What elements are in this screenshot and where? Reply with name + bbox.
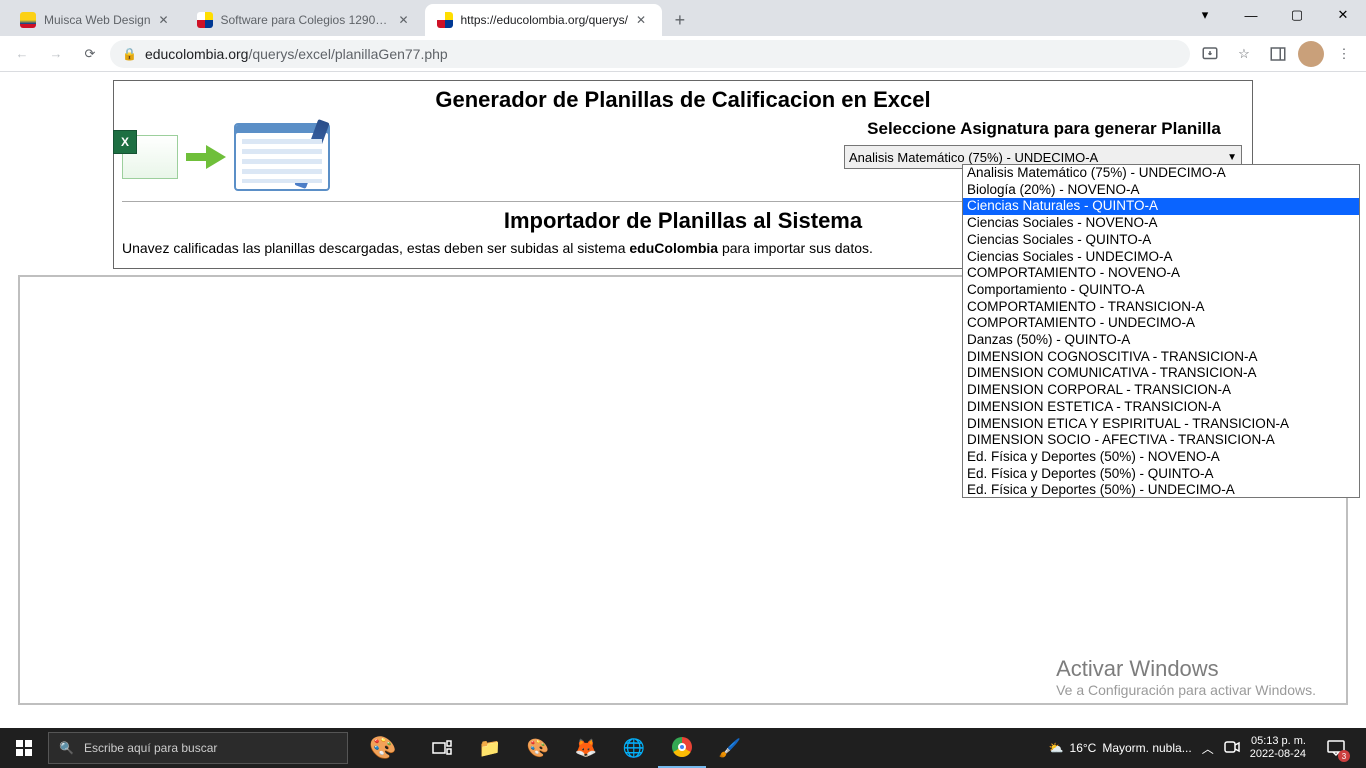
asignatura-dropdown-list[interactable]: Analisis Matemático (75%) - UNDECIMO-ABi… [962,164,1360,498]
bookmark-star-icon[interactable]: ☆ [1230,40,1258,68]
dropdown-option[interactable]: Ciencias Sociales - QUINTO-A [963,232,1359,249]
search-icon: 🔍 [59,741,74,755]
arrow-right-icon [186,145,226,169]
dropdown-option[interactable]: COMPORTAMIENTO - TRANSICION-A [963,299,1359,316]
dropdown-option[interactable]: Ciencias Sociales - UNDECIMO-A [963,249,1359,266]
dropdown-option[interactable]: DIMENSION COMUNICATIVA - TRANSICION-A [963,365,1359,382]
dropdown-option[interactable]: Danzas (50%) - QUINTO-A [963,332,1359,349]
new-tab-button[interactable]: + [666,6,694,34]
browser-tab[interactable]: Muisca Web Design ✕ [8,4,185,36]
caret-down-icon[interactable]: ▾ [1182,0,1228,30]
address-bar[interactable]: 🔒 educolombia.org/querys/excel/planillaG… [110,40,1190,68]
url-domain: educolombia.org [145,46,249,62]
reload-button[interactable]: ⟳ [76,40,104,68]
tab-label: Software para Colegios 1290. Sist [221,13,391,27]
select-value: Analisis Matemático (75%) - UNDECIMO-A [849,150,1098,165]
task-view-button[interactable] [418,728,466,768]
dropdown-option[interactable]: DIMENSION ESTETICA - TRANSICION-A [963,399,1359,416]
tab-label: https://educolombia.org/querys/ [461,13,628,27]
dropdown-option[interactable]: DIMENSION CORPORAL - TRANSICION-A [963,382,1359,399]
windows-taskbar: 🔍 Escribe aquí para buscar 🎨 📁 🎨 🦊 🌐 🖌️ … [0,728,1366,768]
lock-icon: 🔒 [122,47,137,61]
taskbar-clock[interactable]: 05:13 p. m. 2022-08-24 [1250,735,1306,761]
dropdown-option[interactable]: COMPORTAMIENTO - NOVENO-A [963,265,1359,282]
weather-cloud-icon: ⛅ [1049,741,1064,755]
pen-icon [294,119,329,189]
profile-avatar[interactable] [1298,41,1324,67]
search-highlight-icon[interactable]: 🎨 [348,735,418,761]
forward-button[interactable]: → [42,40,70,68]
back-button[interactable]: ← [8,40,36,68]
dropdown-option[interactable]: Ed. Física y Deportes (50%) - QUINTO-A [963,466,1359,483]
tab-close-icon[interactable]: ✕ [159,13,173,27]
dropdown-option[interactable]: Ed. Física y Deportes (50%) - UNDECIMO-A [963,482,1359,497]
tab-close-icon[interactable]: ✕ [399,13,413,27]
search-placeholder: Escribe aquí para buscar [84,741,217,755]
browser-tab[interactable]: Software para Colegios 1290. Sist ✕ [185,4,425,36]
url-path: /querys/excel/planillaGen77.php [248,46,447,62]
dropdown-option[interactable]: Analisis Matemático (75%) - UNDECIMO-A [963,165,1359,182]
tab-label: Muisca Web Design [44,13,151,27]
dropdown-option[interactable]: Ed. Física y Deportes (50%) - NOVENO-A [963,449,1359,466]
mspaint-icon[interactable]: 🖌️ [706,728,754,768]
dropdown-option[interactable]: Ciencias Naturales - QUINTO-A [963,198,1359,215]
dropdown-option[interactable]: Biología (20%) - NOVENO-A [963,182,1359,199]
select-label: Seleccione Asignatura para generar Plani… [844,119,1244,139]
tray-meet-now-icon[interactable] [1224,740,1240,757]
windows-activation-watermark: Activar Windows Ve a Configuración para … [1056,656,1316,698]
maximize-button[interactable]: ▢ [1274,0,1320,30]
favicon-icon [437,12,453,28]
dropdown-option[interactable]: DIMENSION COGNOSCITIVA - TRANSICION-A [963,349,1359,366]
window-controls: ▾ — ▢ ✕ [1182,0,1366,30]
chevron-down-icon: ▼ [1227,152,1237,163]
weather-temp: 16°C [1070,741,1097,755]
browser-tab[interactable]: https://educolombia.org/querys/ ✕ [425,4,662,36]
dropdown-option[interactable]: COMPORTAMIENTO - UNDECIMO-A [963,315,1359,332]
install-app-icon[interactable] [1196,40,1224,68]
dropdown-option[interactable]: DIMENSION SOCIO - AFECTIVA - TRANSICION-… [963,432,1359,449]
dropdown-option[interactable]: Ciencias Sociales - NOVENO-A [963,215,1359,232]
browser-toolbar: ← → ⟳ 🔒 educolombia.org/querys/excel/pla… [0,36,1366,72]
start-button[interactable] [0,728,48,768]
chrome-icon[interactable] [658,728,706,768]
app-icon-paint[interactable]: 🎨 [514,728,562,768]
excel-icon [122,135,178,179]
edge-icon[interactable]: 🌐 [610,728,658,768]
dropdown-option[interactable]: Comportamiento - QUINTO-A [963,282,1359,299]
action-center-button[interactable]: 3 [1316,728,1356,768]
minimize-button[interactable]: — [1228,0,1274,30]
page-title: Generador de Planillas de Calificacion e… [122,87,1244,113]
tray-chevron-up-icon[interactable]: ︿ [1202,740,1214,757]
chrome-menu-icon[interactable]: ⋮ [1330,40,1358,68]
browser-tab-strip: Muisca Web Design✕Software para Colegios… [0,0,1366,36]
favicon-icon [197,12,213,28]
header-illustration [122,119,330,199]
file-explorer-icon[interactable]: 📁 [466,728,514,768]
firefox-icon[interactable]: 🦊 [562,728,610,768]
notification-badge: 3 [1338,750,1350,762]
tab-close-icon[interactable]: ✕ [636,13,650,27]
form-icon [234,123,330,191]
favicon-icon [20,12,36,28]
dropdown-option[interactable]: DIMENSION ETICA Y ESPIRITUAL - TRANSICIO… [963,416,1359,433]
weather-text: Mayorm. nubla... [1102,741,1191,755]
taskbar-search[interactable]: 🔍 Escribe aquí para buscar [48,732,348,764]
weather-widget[interactable]: ⛅ 16°C Mayorm. nubla... [1049,741,1192,755]
side-panel-icon[interactable] [1264,40,1292,68]
close-window-button[interactable]: ✕ [1320,0,1366,30]
